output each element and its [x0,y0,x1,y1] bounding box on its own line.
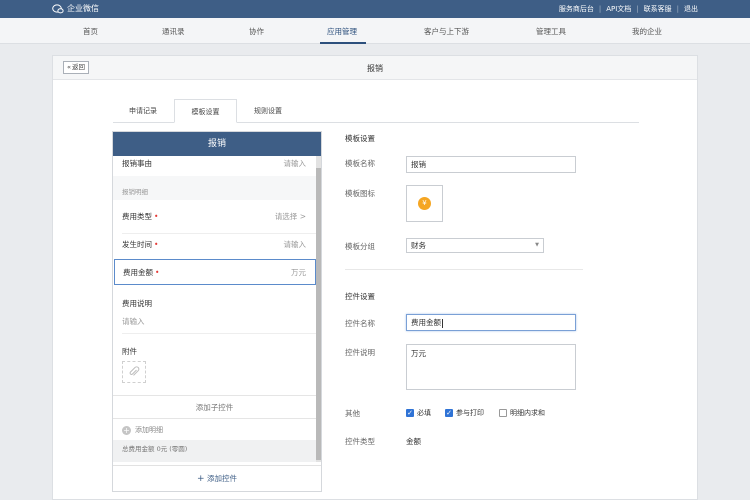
attachment-upload[interactable] [122,361,146,383]
add-control-button[interactable]: + 添加控件 [113,465,321,491]
form-preview: 报销 报销事由 请输入 报销明细 费用类型 • 请选择 > 发生时间 • 请输入 费… [112,131,322,492]
link-contact-support[interactable]: 联系客服 [644,4,672,14]
preview-scrollbar[interactable] [316,156,321,462]
control-settings-heading: 控件设置 [345,292,375,301]
nav-my-company[interactable]: 我的企业 [632,26,662,37]
dropdown-arrow-icon: ▼ [535,242,539,248]
plus-circle-icon: + [122,425,131,435]
detail-sum-checkbox[interactable]: 明细内求和 [499,408,545,418]
add-control-label: 添加控件 [206,474,237,483]
template-icon-picker[interactable]: ¥ [406,185,443,222]
required-label: 必填 [417,409,431,417]
required-mark: • [155,268,160,277]
required-checkbox[interactable]: ✓ 必填 [406,408,431,418]
separator: | [676,5,679,13]
checkbox-checked-icon: ✓ [445,409,453,417]
paperclip-icon [129,366,140,376]
attachment-label: 附件 [122,347,137,356]
required-mark: • [154,240,159,249]
content-card: « 返回 报销 申请记录 模板设置 规则设置 报销 报销事由 请输入 报销明细 … [52,55,698,500]
text-caret [442,318,443,328]
divider [122,333,316,334]
field-label: 费用金额 [123,268,153,277]
template-name-label: 模板名称 [345,159,375,168]
field-value: 万元 [291,268,306,277]
link-api-docs[interactable]: API文档 [606,4,631,14]
card-header: « 返回 报销 [53,56,697,80]
nav-active-underline [320,42,366,44]
control-desc-textarea[interactable]: 万元 [406,344,576,390]
template-name-input[interactable]: 报销 [406,156,576,173]
template-group-select[interactable]: 财务 ▼ [406,238,544,253]
tab-template-settings[interactable]: 模板设置 [174,99,237,123]
control-desc-label: 控件说明 [345,348,375,357]
template-group-value: 财务 [411,241,426,250]
nav-home[interactable]: 首页 [83,26,98,37]
reason-label: 报销事由 [122,159,152,168]
field-value: 请输入 [283,240,307,249]
detail-sum-label: 明细内求和 [510,409,545,417]
detail-section-bar: 报销明细 [113,176,316,200]
control-type-label: 控件类型 [345,437,375,446]
top-links: 服务商后台 | API文档 | 联系客服 | 退出 [559,4,698,14]
total-amount: 总费用金额 0元 (零圆) [113,440,316,462]
field-row-amount-selected[interactable]: 费用金额 • 万元 [114,259,316,285]
nav-contacts[interactable]: 通讯录 [162,26,185,37]
add-detail-label: 添加明细 [135,426,163,434]
detail-section-label: 报销明细 [122,188,148,196]
nav-app-management[interactable]: 应用管理 [327,26,357,37]
tab-records[interactable]: 申请记录 [113,99,173,123]
separator: | [636,5,639,13]
top-bar: 企业微信 服务商后台 | API文档 | 联系客服 | 退出 [0,0,750,18]
tab-rule-settings[interactable]: 规则设置 [238,99,298,123]
page-title: 报销 [367,64,383,73]
add-sub-control-button[interactable]: 添加子控件 [113,395,316,419]
other-options-label: 其他 [345,409,360,418]
chevron-right-icon: > [299,212,306,221]
link-provider-backend[interactable]: 服务商后台 [559,4,594,14]
nav-collaboration[interactable]: 协作 [249,26,264,37]
nav-management-tools[interactable]: 管理工具 [536,26,566,37]
desc-placeholder: 请输入 [122,317,145,326]
nav-customers[interactable]: 客户与上下游 [424,26,469,37]
field-label: 发生时间 [122,240,152,249]
print-checkbox[interactable]: ✓ 参与打印 [445,408,484,418]
control-name-value: 费用金额 [411,318,441,327]
field-value: 请选择 [274,212,298,221]
brand-name: 企业微信 [67,4,99,13]
section-divider [345,269,583,270]
required-mark: • [154,212,159,221]
wecom-logo-icon [52,3,64,13]
plus-icon: + [197,474,205,484]
field-label: 费用类型 [122,212,152,221]
template-group-label: 模板分组 [345,242,375,251]
yuan-icon: ¥ [418,197,431,210]
template-icon-label: 模板图标 [345,189,375,198]
brand[interactable]: 企业微信 [52,3,99,14]
main-nav: 首页 通讯录 协作 应用管理 客户与上下游 管理工具 我的企业 [0,18,750,44]
separator: | [598,5,602,13]
checkbox-unchecked-icon [499,409,507,417]
control-type-value: 金额 [406,437,421,446]
scrollbar-thumb[interactable] [316,168,321,460]
divider [122,233,316,234]
add-detail-button[interactable]: + 添加明细 [122,425,163,435]
print-label: 参与打印 [456,409,484,417]
template-settings-heading: 模板设置 [345,134,375,143]
desc-label: 费用说明 [122,299,152,308]
link-logout[interactable]: 退出 [684,4,698,14]
preview-header: 报销 [113,132,321,156]
control-name-label: 控件名称 [345,319,375,328]
reason-placeholder: 请输入 [283,159,307,168]
tab-bar: 申请记录 模板设置 规则设置 [113,99,639,123]
control-name-input[interactable]: 费用金额 [406,314,576,331]
checkbox-checked-icon: ✓ [406,409,414,417]
